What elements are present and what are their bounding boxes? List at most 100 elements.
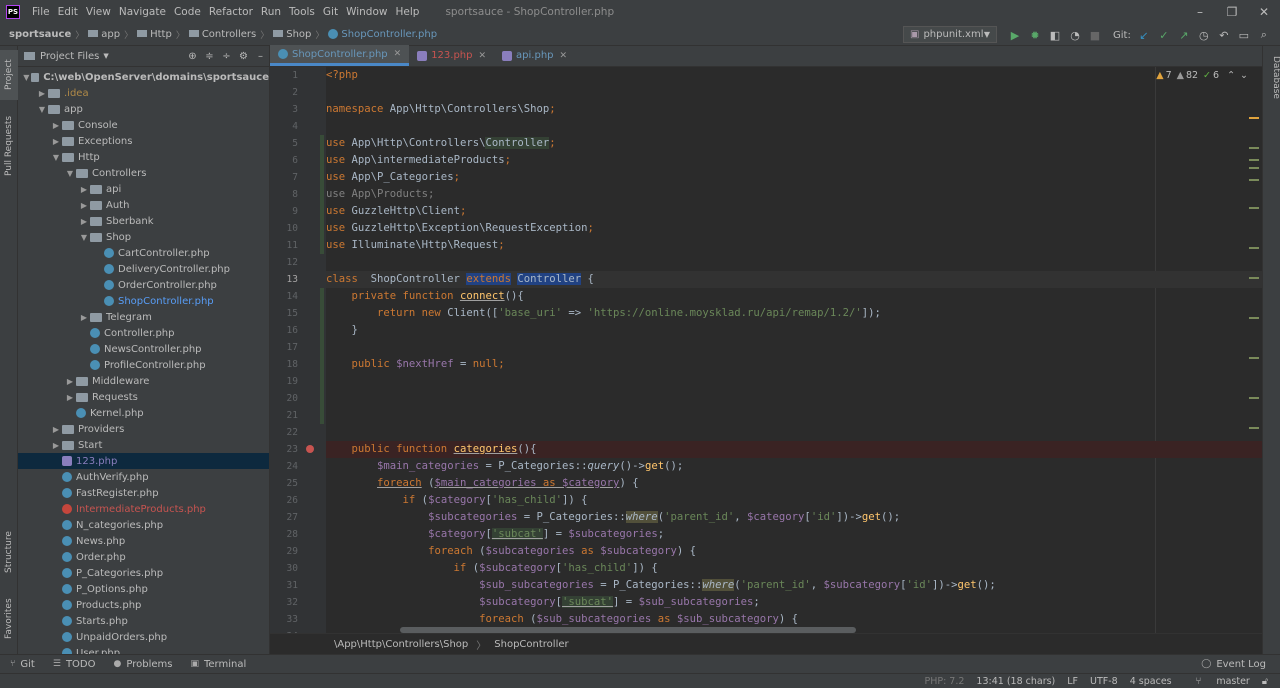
menu-navigate[interactable]: Navigate bbox=[115, 6, 170, 18]
tree-file[interactable]: AuthVerify.php bbox=[18, 469, 269, 485]
line-number[interactable]: 20 bbox=[270, 390, 298, 407]
code-line[interactable]: use App\P_Categories; bbox=[326, 169, 1262, 186]
line-number[interactable]: 31 bbox=[270, 577, 298, 594]
tool-event-log[interactable]: ◯ Event Log bbox=[1201, 659, 1266, 670]
line-number[interactable]: 6 bbox=[270, 152, 298, 169]
code-line[interactable] bbox=[326, 339, 1262, 356]
inspection-widget[interactable]: ▲ 7 ▲ 82 ✓ 6 ⌃ ⌄ bbox=[1151, 70, 1248, 81]
menu-run[interactable]: Run bbox=[257, 6, 285, 18]
line-number[interactable]: 8 bbox=[270, 186, 298, 203]
menu-refactor[interactable]: Refactor bbox=[205, 6, 257, 18]
tree-file[interactable]: N_categories.php bbox=[18, 517, 269, 533]
line-number[interactable]: 1 bbox=[270, 67, 298, 84]
minimize-button[interactable]: – bbox=[1184, 0, 1216, 24]
line-number[interactable]: 26 bbox=[270, 492, 298, 509]
tree-file[interactable]: Controller.php bbox=[18, 325, 269, 341]
line-number[interactable]: 18 bbox=[270, 356, 298, 373]
chevron-right-icon[interactable]: ▶ bbox=[50, 121, 62, 130]
code-line[interactable]: $main_categories = P_Categories::query()… bbox=[326, 458, 1262, 475]
caret-position[interactable]: 13:41 (18 chars) bbox=[976, 676, 1055, 687]
code-line[interactable]: use GuzzleHttp\Exception\RequestExceptio… bbox=[326, 220, 1262, 237]
line-number[interactable]: 14 bbox=[270, 288, 298, 305]
change-marker[interactable] bbox=[320, 220, 324, 237]
tab-favorites[interactable]: Favorites bbox=[0, 592, 18, 646]
close-icon[interactable]: ✕ bbox=[394, 49, 402, 59]
tab-project[interactable]: Project bbox=[0, 50, 18, 100]
chevron-down-icon[interactable]: ▼ bbox=[36, 105, 48, 114]
tool-problems[interactable]: ● Problems bbox=[114, 659, 173, 670]
editor-tab[interactable]: 123.php ✕ bbox=[409, 45, 494, 66]
tree-folder[interactable]: ▼ Http bbox=[18, 149, 269, 165]
code-line[interactable]: } bbox=[326, 322, 1262, 339]
maximize-button[interactable]: ❐ bbox=[1216, 0, 1248, 24]
tree-file[interactable]: IntermediateProducts.php bbox=[18, 501, 269, 517]
tool-git[interactable]: ⑂ Git bbox=[10, 659, 35, 670]
tree-file[interactable]: 123.php bbox=[18, 453, 269, 469]
line-number[interactable]: 22 bbox=[270, 424, 298, 441]
close-icon[interactable]: ✕ bbox=[560, 51, 568, 61]
line-number[interactable]: 23 bbox=[270, 441, 298, 458]
line-number[interactable]: 3 bbox=[270, 101, 298, 118]
change-marker[interactable] bbox=[320, 203, 324, 220]
code-line[interactable]: use GuzzleHttp\Client; bbox=[326, 203, 1262, 220]
tree-file[interactable]: User.php bbox=[18, 645, 269, 654]
tree-folder[interactable]: ▶ Auth bbox=[18, 197, 269, 213]
code-line[interactable] bbox=[326, 424, 1262, 441]
editor-gutter[interactable]: 1 2 3 4 5 6 7 8 9 10 11 12 13 14 15 16 17 18 19 20 21 22 23 24 2… bbox=[270, 67, 326, 642]
code-line[interactable]: foreach ($main_categories as $category) … bbox=[326, 475, 1262, 492]
rollback-icon[interactable]: ↶ bbox=[1214, 26, 1234, 44]
chevron-down-icon[interactable]: ▼ bbox=[64, 169, 76, 178]
code-line[interactable]: <?php bbox=[326, 67, 1262, 84]
chevron-right-icon[interactable]: ▶ bbox=[78, 185, 90, 194]
code-line[interactable] bbox=[326, 84, 1262, 101]
code-line[interactable] bbox=[326, 118, 1262, 135]
code-line[interactable]: $subcategories = P_Categories::where('pa… bbox=[326, 509, 1262, 526]
lock-icon[interactable]: 🔓︎ bbox=[1262, 676, 1268, 687]
code-line[interactable]: public $nextHref = null; bbox=[326, 356, 1262, 373]
tree-file[interactable]: P_Categories.php bbox=[18, 565, 269, 581]
code-line[interactable]: foreach ($subcategories as $subcategory)… bbox=[326, 543, 1262, 560]
phpstorm-logo-icon[interactable]: PS bbox=[6, 5, 20, 19]
code-line[interactable]: use Illuminate\Http\Request; bbox=[326, 237, 1262, 254]
close-window-button[interactable]: ✕ bbox=[1248, 0, 1280, 24]
tree-folder[interactable]: ▶ api bbox=[18, 181, 269, 197]
change-marker[interactable] bbox=[320, 152, 324, 169]
line-number[interactable]: 28 bbox=[270, 526, 298, 543]
change-marker[interactable] bbox=[320, 305, 324, 322]
layout-icon[interactable]: ▭ bbox=[1234, 26, 1254, 44]
line-number[interactable]: 5 bbox=[270, 135, 298, 152]
error-stripe[interactable] bbox=[1246, 67, 1260, 633]
line-number[interactable]: 16 bbox=[270, 322, 298, 339]
tree-file[interactable]: Kernel.php bbox=[18, 405, 269, 421]
tree-file[interactable]: Products.php bbox=[18, 597, 269, 613]
git-push-icon[interactable]: ↗ bbox=[1174, 26, 1194, 44]
change-marker[interactable] bbox=[320, 356, 324, 373]
tree-file[interactable]: FastRegister.php bbox=[18, 485, 269, 501]
chevron-right-icon[interactable]: ▶ bbox=[64, 377, 76, 386]
tree-file[interactable]: ProfileController.php bbox=[18, 357, 269, 373]
code-area[interactable]: <?php namespace App\Http\Controllers\Shop… bbox=[326, 67, 1262, 633]
menu-edit[interactable]: Edit bbox=[54, 6, 82, 18]
chevron-down-icon[interactable]: ▼ bbox=[22, 73, 31, 82]
tree-folder[interactable]: ▼ C:\web\OpenServer\domains\sportsauce bbox=[18, 69, 269, 85]
tree-file[interactable]: CartController.php bbox=[18, 245, 269, 261]
menu-view[interactable]: View bbox=[82, 6, 115, 18]
code-line[interactable]: $subcategory['subcat'] = $sub_subcategor… bbox=[326, 594, 1262, 611]
code-line[interactable]: namespace App\Http\Controllers\Shop; bbox=[326, 101, 1262, 118]
menu-help[interactable]: Help bbox=[391, 6, 423, 18]
git-commit-icon[interactable]: ✓ bbox=[1154, 26, 1174, 44]
menu-file[interactable]: File bbox=[28, 6, 54, 18]
change-marker[interactable] bbox=[320, 186, 324, 203]
breadcrumb-class[interactable]: ShopController bbox=[494, 639, 568, 650]
line-number[interactable]: 12 bbox=[270, 254, 298, 271]
nav-crumb[interactable]: sportsauce bbox=[6, 29, 74, 40]
tree-folder[interactable]: ▶ Start bbox=[18, 437, 269, 453]
line-number[interactable]: 10 bbox=[270, 220, 298, 237]
code-line[interactable]: use App\Products; bbox=[326, 186, 1262, 203]
php-version[interactable]: PHP: 7.2 bbox=[924, 676, 964, 687]
tree-folder[interactable]: ▶ Providers bbox=[18, 421, 269, 437]
chevron-right-icon[interactable]: ▶ bbox=[78, 201, 90, 210]
nav-crumb[interactable]: ShopController.php bbox=[325, 29, 440, 40]
collapse-all-icon[interactable]: ≑ bbox=[201, 51, 218, 62]
tab-structure[interactable]: Structure bbox=[0, 524, 18, 580]
